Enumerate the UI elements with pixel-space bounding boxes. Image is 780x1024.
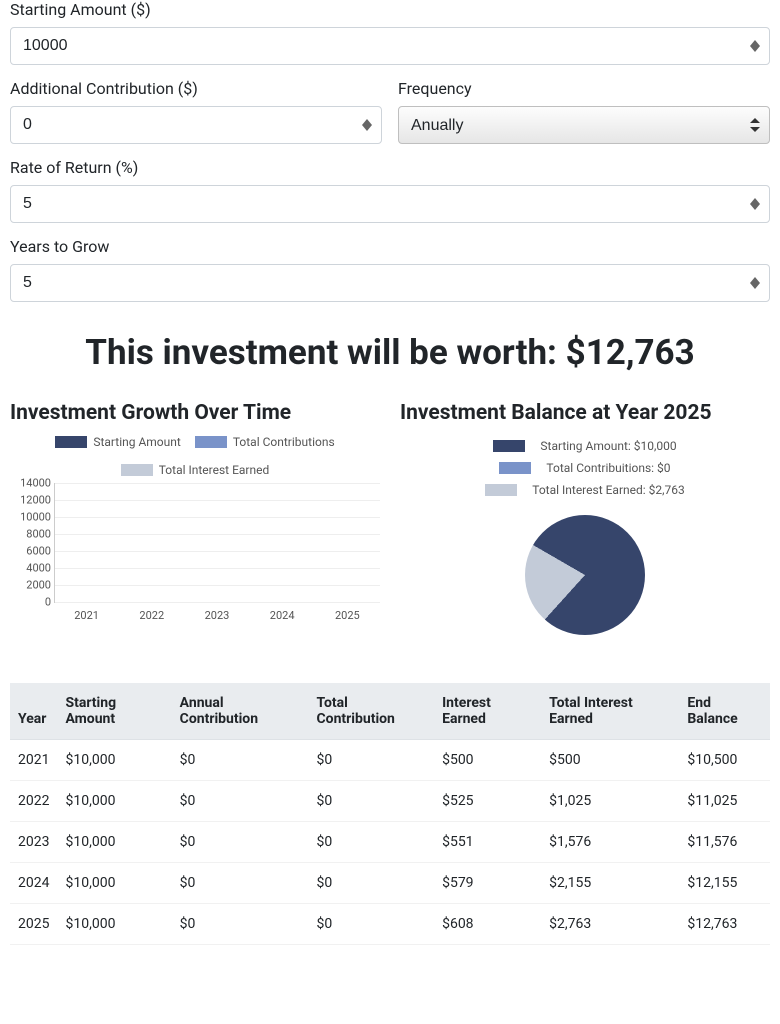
frequency-label: Frequency: [398, 79, 770, 98]
result-headline: This investment will be worth: $12,763: [10, 332, 770, 373]
legend-swatch-icon: [485, 484, 517, 496]
stepper-icon[interactable]: [362, 119, 372, 131]
table-header: Interest Earned: [434, 683, 541, 740]
table-cell: $1,576: [541, 822, 679, 863]
legend-swatch-icon: [55, 436, 87, 448]
frequency-select[interactable]: Anually: [398, 106, 770, 144]
stepper-icon[interactable]: [750, 277, 760, 289]
table-cell: $1,025: [541, 781, 679, 822]
table-cell: $0: [309, 863, 435, 904]
table-cell: $11,025: [679, 781, 770, 822]
legend-label: Total Contribuitions: $0: [546, 461, 670, 475]
table-row: 2025$10,000$0$0$608$2,763$12,763: [10, 904, 770, 945]
table-cell: $0: [309, 822, 435, 863]
table-cell: 2025: [10, 904, 57, 945]
table-cell: 2024: [10, 863, 57, 904]
table-cell: $2,763: [541, 904, 679, 945]
pie-chart: [525, 515, 645, 635]
table-cell: $0: [172, 781, 309, 822]
table-cell: $0: [172, 904, 309, 945]
table-cell: $525: [434, 781, 541, 822]
additional-contribution-label: Additional Contribution ($): [10, 79, 382, 98]
starting-amount-label: Starting Amount ($): [10, 0, 770, 19]
y-tick-label: 12000: [11, 494, 51, 507]
x-tick-label: 2022: [139, 609, 164, 622]
table-cell: $10,000: [57, 863, 171, 904]
table-cell: $10,000: [57, 740, 171, 781]
table-header: Total Interest Earned: [541, 683, 679, 740]
x-tick-label: 2024: [270, 609, 295, 622]
table-cell: $0: [309, 740, 435, 781]
table-cell: 2021: [10, 740, 57, 781]
table-cell: $10,000: [57, 781, 171, 822]
y-tick-label: 14000: [11, 477, 51, 490]
bar-chart-title: Investment Growth Over Time: [10, 401, 380, 425]
legend-swatch-icon: [493, 440, 525, 452]
y-tick-label: 2000: [11, 579, 51, 592]
table-header: End Balance: [679, 683, 770, 740]
table-header: Total Contribution: [309, 683, 435, 740]
y-tick-label: 10000: [11, 511, 51, 524]
results-table: YearStarting AmountAnnual ContributionTo…: [10, 683, 770, 945]
years-to-grow-label: Years to Grow: [10, 237, 770, 256]
table-cell: $10,500: [679, 740, 770, 781]
y-tick-label: 0: [11, 596, 51, 609]
table-cell: 2023: [10, 822, 57, 863]
bar-chart-area: 02000400060008000100001200014000: [54, 483, 380, 603]
rate-of-return-input[interactable]: [10, 185, 770, 223]
result-prefix: This investment will be worth:: [85, 332, 565, 373]
legend-label: Total Interest Earned: $2,763: [532, 483, 685, 497]
x-tick-label: 2023: [205, 609, 230, 622]
y-tick-label: 6000: [11, 545, 51, 558]
table-cell: $10,000: [57, 822, 171, 863]
table-header: Starting Amount: [57, 683, 171, 740]
table-cell: $608: [434, 904, 541, 945]
table-cell: $551: [434, 822, 541, 863]
table-cell: $0: [309, 904, 435, 945]
table-cell: $12,155: [679, 863, 770, 904]
table-row: 2023$10,000$0$0$551$1,576$11,576: [10, 822, 770, 863]
table-cell: $2,155: [541, 863, 679, 904]
result-value: $12,763: [566, 332, 695, 373]
y-tick-label: 8000: [11, 528, 51, 541]
bar-chart-x-axis: 2021 2022 2023 2024 2025: [54, 609, 380, 622]
table-row: 2024$10,000$0$0$579$2,155$12,155: [10, 863, 770, 904]
starting-amount-input[interactable]: [10, 27, 770, 65]
table-cell: $579: [434, 863, 541, 904]
legend-label: Total Interest Earned: [159, 463, 270, 477]
additional-contribution-input[interactable]: [10, 106, 382, 144]
table-cell: $0: [309, 781, 435, 822]
stepper-icon[interactable]: [750, 40, 760, 52]
table-cell: $0: [172, 740, 309, 781]
pie-chart-legend: Starting Amount: $10,000 Total Contribui…: [400, 435, 770, 501]
table-cell: $10,000: [57, 904, 171, 945]
legend-label: Starting Amount: $10,000: [540, 439, 676, 453]
table-cell: $500: [434, 740, 541, 781]
table-row: 2022$10,000$0$0$525$1,025$11,025: [10, 781, 770, 822]
table-cell: $12,763: [679, 904, 770, 945]
table-cell: $500: [541, 740, 679, 781]
legend-swatch-icon: [195, 436, 227, 448]
table-cell: $11,576: [679, 822, 770, 863]
x-tick-label: 2025: [335, 609, 360, 622]
legend-swatch-icon: [499, 462, 531, 474]
years-to-grow-input[interactable]: [10, 264, 770, 302]
legend-label: Total Contributions: [233, 435, 335, 449]
x-tick-label: 2021: [74, 609, 99, 622]
rate-of-return-label: Rate of Return (%): [10, 158, 770, 177]
table-header: Year: [10, 683, 57, 740]
table-cell: 2022: [10, 781, 57, 822]
table-header: Annual Contribution: [172, 683, 309, 740]
y-tick-label: 4000: [11, 562, 51, 575]
table-cell: $0: [172, 863, 309, 904]
table-row: 2021$10,000$0$0$500$500$10,500: [10, 740, 770, 781]
stepper-icon[interactable]: [750, 198, 760, 210]
table-cell: $0: [172, 822, 309, 863]
legend-swatch-icon: [121, 464, 153, 476]
pie-chart-title: Investment Balance at Year 2025: [400, 401, 770, 425]
bar-chart-legend: Starting Amount Total Contributions Tota…: [10, 435, 380, 477]
legend-label: Starting Amount: [93, 435, 181, 449]
